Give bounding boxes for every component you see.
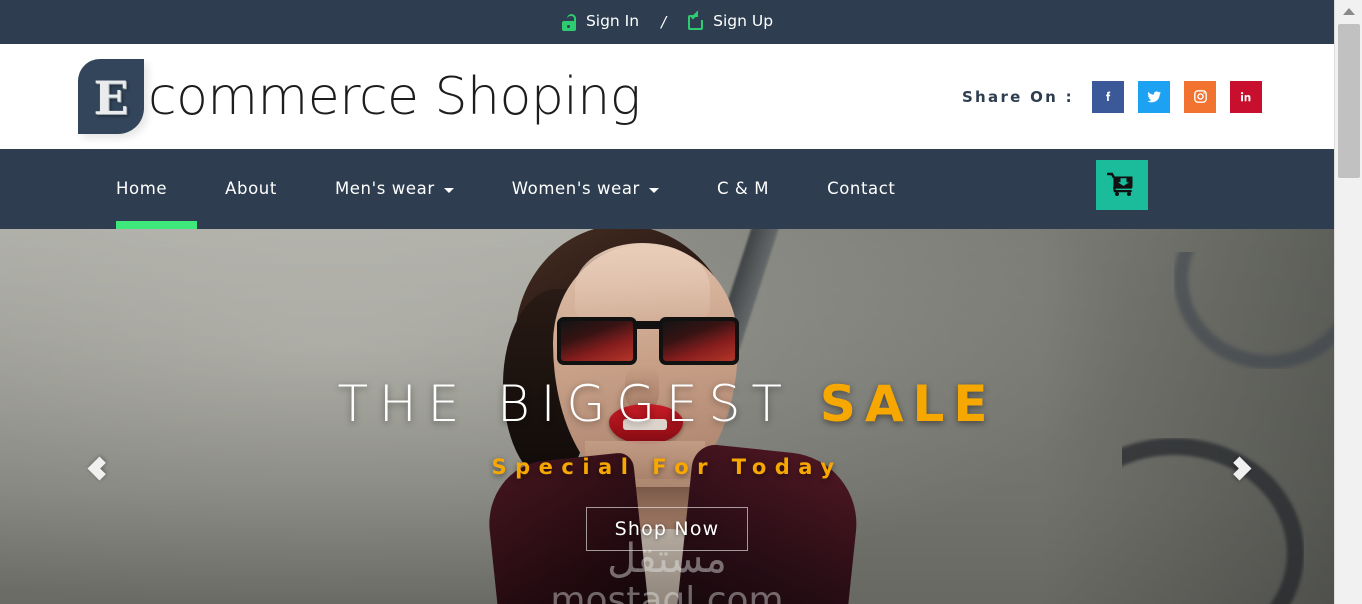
sign-up-label: Sign Up [713, 12, 774, 31]
auth-separator: / [661, 13, 667, 31]
signup-pencil-icon [688, 10, 708, 31]
cart-button[interactable] [1096, 160, 1148, 210]
scroll-up-arrow-icon[interactable] [1335, 0, 1362, 22]
nav-item-womens-wear[interactable]: Women's wear [511, 178, 659, 198]
instagram-icon[interactable] [1184, 80, 1216, 113]
facebook-icon[interactable] [1092, 80, 1124, 113]
nav-item-c-and-m[interactable]: C & M [716, 178, 770, 198]
share-label: Share On : [961, 87, 1074, 106]
hero-headline-accent: SALE [819, 375, 997, 433]
share-section: Share On : [961, 80, 1262, 113]
sign-in-label: Sign In [585, 12, 640, 31]
nav-item-home[interactable]: Home [116, 178, 168, 198]
nav-label: C & M [716, 178, 770, 198]
logo-wordmark: commerce Shoping [148, 66, 641, 127]
top-auth-bar: Sign In / Sign Up [0, 0, 1334, 44]
chevron-down-icon [648, 187, 659, 193]
chevron-left-icon [87, 456, 112, 481]
nav-item-contact[interactable]: Contact [827, 178, 896, 198]
nav-label: Home [116, 178, 168, 198]
scrollbar-thumb[interactable] [1338, 24, 1360, 178]
hero-caption: THE BIGGEST SALE Special For Today Shop … [0, 379, 1334, 551]
hero-subheadline: Special For Today [491, 455, 843, 479]
twitter-icon[interactable] [1138, 80, 1170, 113]
page-root: Sign In / Sign Up E commerce Shoping Sha… [0, 0, 1334, 604]
active-nav-underline [116, 221, 197, 229]
sign-in-link[interactable]: Sign In [561, 12, 640, 31]
logo-badge-icon: E [78, 59, 144, 134]
shopping-cart-download-icon [1107, 172, 1133, 196]
sign-up-link[interactable]: Sign Up [688, 10, 774, 31]
nav-label: Contact [827, 178, 896, 198]
logo-badge-letter: E [93, 70, 129, 125]
chevron-right-icon [1227, 456, 1252, 481]
nav-label: Women's wear [511, 178, 640, 198]
hero-headline: THE BIGGEST SALE [0, 379, 1334, 429]
carousel-next-button[interactable] [1227, 451, 1264, 487]
nav-label: Men's wear [334, 178, 435, 198]
site-header: E commerce Shoping Share On : [0, 44, 1334, 149]
nav-item-about[interactable]: About [225, 178, 277, 198]
shop-now-button[interactable]: Shop Now [585, 507, 749, 551]
linkedin-icon[interactable] [1230, 80, 1262, 113]
chevron-down-icon [443, 187, 454, 193]
vertical-scrollbar[interactable] [1334, 0, 1362, 604]
site-logo[interactable]: E commerce Shoping [78, 59, 641, 134]
nav-item-mens-wear[interactable]: Men's wear [334, 178, 454, 198]
hero-headline-main: THE BIGGEST [337, 375, 793, 433]
unlock-icon [561, 13, 577, 31]
browser-viewport: Sign In / Sign Up E commerce Shoping Sha… [0, 0, 1362, 604]
hero-carousel: مستقل mostaql.com THE BIGGEST SALE Speci… [0, 229, 1334, 604]
carousel-prev-button[interactable] [82, 451, 118, 487]
nav-label: About [225, 178, 277, 198]
